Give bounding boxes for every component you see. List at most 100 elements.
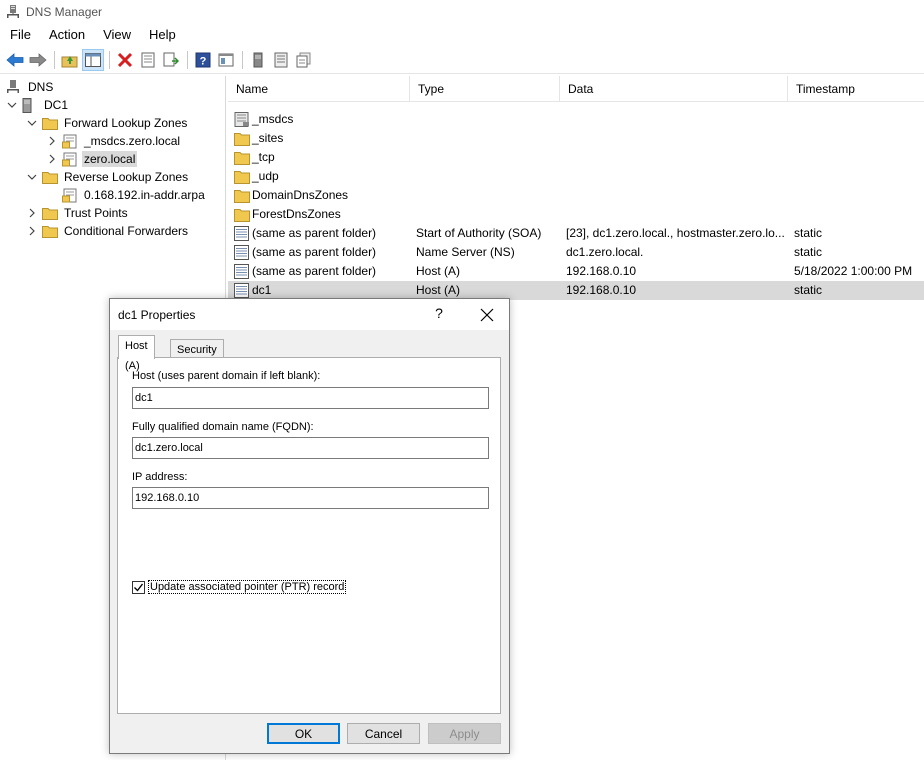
apply-button[interactable]: Apply — [428, 723, 501, 744]
column-header-data[interactable]: Data — [560, 76, 788, 102]
record-name: (same as parent folder) — [252, 226, 377, 240]
cell-timestamp — [794, 167, 924, 186]
server-button[interactable] — [247, 49, 269, 71]
ptr-checkbox-row[interactable]: Update associated pointer (PTR) record — [132, 580, 347, 594]
show-hide-tree-button[interactable] — [82, 48, 104, 71]
ptr-checkbox-label[interactable]: Update associated pointer (PTR) record — [148, 580, 347, 594]
record-name: ForestDnsZones — [252, 207, 341, 221]
cell-name: _msdcs — [234, 110, 410, 129]
cancel-button[interactable]: Cancel — [347, 723, 420, 744]
cell-timestamp: static — [794, 226, 823, 240]
ip-address-input[interactable] — [132, 487, 489, 509]
cell-timestamp — [794, 205, 924, 224]
table-row[interactable]: _tcp — [228, 148, 924, 167]
cell-data — [566, 186, 786, 205]
tree-item-msdcs-zone[interactable]: _msdcs.zero.local — [46, 132, 182, 150]
delete-button[interactable] — [114, 49, 136, 71]
tree-item-dns[interactable]: DNS — [6, 78, 55, 96]
back-button[interactable] — [4, 49, 26, 71]
tree-item-zero-local[interactable]: zero.local — [46, 150, 138, 168]
chevron-right-icon[interactable] — [26, 207, 38, 219]
window-title: DNS Manager — [26, 5, 103, 19]
console-tree-button[interactable] — [215, 49, 237, 71]
tree-label: _msdcs.zero.local — [84, 134, 181, 148]
cell-timestamp — [794, 186, 924, 205]
export-list-button[interactable] — [160, 49, 182, 71]
fqdn-input[interactable] — [132, 437, 489, 459]
cell-timestamp — [794, 110, 924, 129]
table-row[interactable]: (same as parent folder) Host (A) 192.168.0… — [228, 262, 924, 281]
tree-item-trust-points[interactable]: Trust Points — [26, 204, 130, 222]
table-row[interactable]: ForestDnsZones — [228, 205, 924, 224]
ptr-checkbox[interactable] — [132, 580, 145, 594]
cell-data: dc1.zero.local. — [566, 245, 644, 259]
tree-label: 0.168.192.in-addr.arpa — [84, 188, 205, 202]
cell-timestamp — [794, 129, 924, 148]
tab-host-a[interactable]: Host (A) — [118, 335, 155, 372]
copy-records-button[interactable] — [293, 49, 315, 71]
column-header-name[interactable]: Name — [228, 76, 410, 102]
console-tree-icon — [218, 53, 234, 66]
record-name: (same as parent folder) — [252, 264, 377, 278]
properties-button[interactable] — [137, 49, 159, 71]
zone-icon — [62, 188, 78, 202]
help-button[interactable]: ? — [192, 49, 214, 71]
tree-item-conditional-forwarders[interactable]: Conditional Forwarders — [26, 222, 190, 240]
cell-name: _sites — [234, 129, 410, 148]
host-input[interactable] — [132, 387, 489, 409]
record-icon — [234, 226, 250, 241]
menu-view[interactable]: View — [93, 24, 139, 45]
fqdn-label: Fully qualified domain name (FQDN): — [132, 421, 314, 433]
cell-type: Start of Authority (SOA) — [416, 226, 542, 240]
tree-item-forward-lookup-zones[interactable]: Forward Lookup Zones — [26, 114, 189, 132]
record-name: _udp — [252, 169, 279, 183]
records-button[interactable] — [270, 49, 292, 71]
column-header-type[interactable]: Type — [410, 76, 560, 102]
tree-item-reverse-zone[interactable]: 0.168.192.in-addr.arpa — [62, 186, 207, 204]
dialog-title-bar: dc1 Properties ? — [110, 299, 509, 330]
table-row[interactable]: (same as parent folder) Name Server (NS) d… — [228, 243, 924, 262]
chevron-right-icon[interactable] — [46, 153, 58, 165]
chevron-down-icon[interactable] — [26, 171, 38, 183]
cell-data — [566, 205, 786, 224]
cell-data — [566, 148, 786, 167]
chevron-down-icon[interactable] — [6, 99, 18, 111]
record-name: (same as parent folder) — [252, 245, 377, 259]
tree-item-dc1[interactable]: DC1 — [6, 96, 70, 114]
chevron-right-icon[interactable] — [26, 225, 38, 237]
table-row[interactable]: (same as parent folder) Start of Authorit… — [228, 224, 924, 243]
table-row[interactable]: _sites — [228, 129, 924, 148]
folder-icon — [42, 206, 58, 220]
cell-timestamp — [794, 148, 924, 167]
help-icon[interactable]: ? — [431, 305, 447, 321]
tree-label: zero.local — [82, 151, 138, 167]
tree-label: Reverse Lookup Zones — [64, 170, 189, 184]
table-row[interactable]: DomainDnsZones — [228, 186, 924, 205]
tab-security[interactable]: Security — [170, 339, 224, 359]
folder-icon — [234, 207, 250, 222]
menu-action[interactable]: Action — [39, 24, 93, 45]
chevron-down-icon[interactable] — [26, 117, 38, 129]
tree-item-reverse-lookup-zones[interactable]: Reverse Lookup Zones — [26, 168, 190, 186]
column-header-timestamp[interactable]: Timestamp — [788, 76, 924, 102]
cell-type — [416, 205, 560, 224]
chevron-right-icon[interactable] — [46, 135, 58, 147]
up-one-level-button[interactable] — [59, 49, 81, 71]
table-row[interactable]: _msdcs — [228, 110, 924, 129]
cell-name: (same as parent folder) — [234, 243, 410, 262]
table-row[interactable]: _udp — [228, 167, 924, 186]
menu-help[interactable]: Help — [139, 24, 184, 45]
close-icon[interactable] — [477, 305, 497, 325]
list-header: Name Type Data Timestamp — [228, 76, 924, 102]
menu-bar: File Action View Help — [0, 24, 924, 45]
forward-button[interactable] — [27, 49, 49, 71]
cell-timestamp: 5/18/2022 1:00:00 PM — [794, 264, 913, 278]
tree-label: Forward Lookup Zones — [64, 116, 188, 130]
record-name: _msdcs — [252, 112, 294, 126]
ok-button[interactable]: OK — [267, 723, 340, 744]
properties-icon — [141, 52, 155, 67]
record-name: _sites — [252, 131, 284, 145]
folder-icon — [42, 116, 58, 130]
menu-file[interactable]: File — [0, 24, 39, 45]
host-label: Host (uses parent domain if left blank): — [132, 370, 321, 382]
